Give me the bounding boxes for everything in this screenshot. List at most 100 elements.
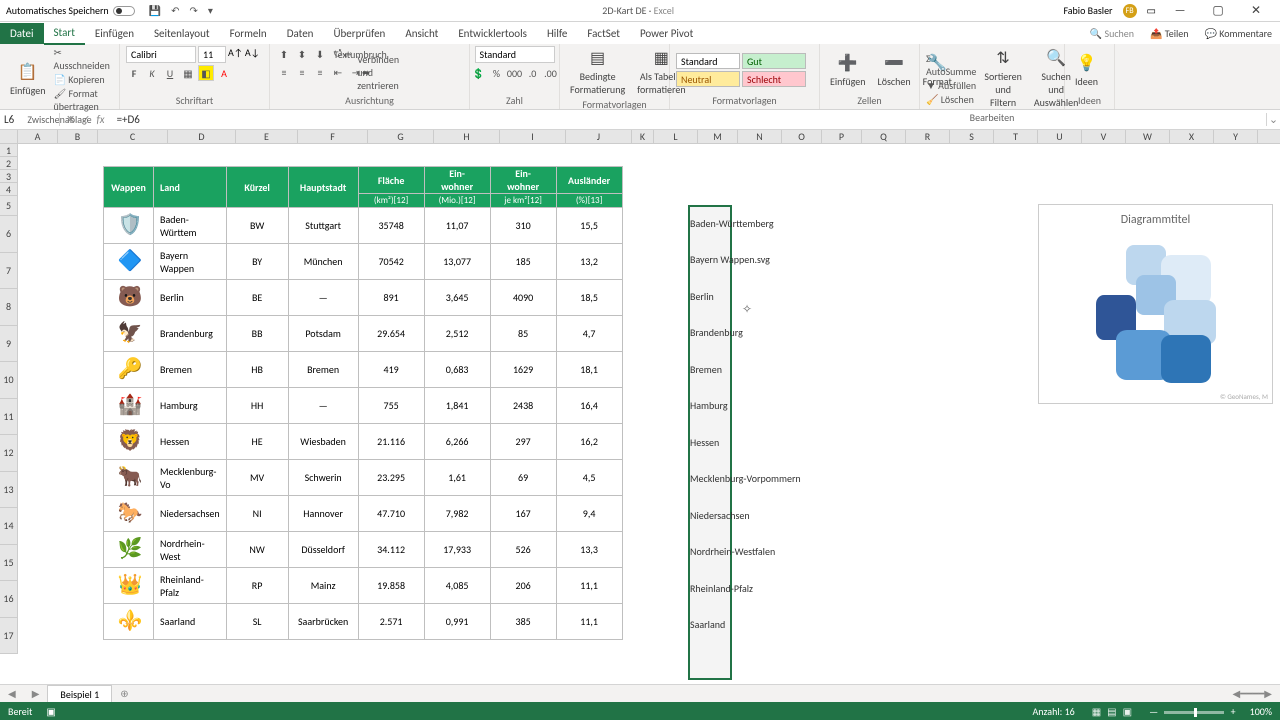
- sort-filter-button[interactable]: ⇅Sortieren und Filtern: [980, 46, 1026, 111]
- font-size-select[interactable]: 11: [198, 46, 226, 63]
- align-bot-icon[interactable]: ⬇: [312, 46, 328, 62]
- tab-formulas[interactable]: Formeln: [220, 23, 277, 44]
- ideas-button[interactable]: 💡Ideen: [1071, 51, 1102, 90]
- redo-icon[interactable]: ↷: [190, 4, 198, 17]
- fill-button[interactable]: ▼ Ausfüllen: [926, 79, 976, 92]
- insert-cells-button[interactable]: ➕Einfügen: [826, 51, 870, 90]
- undo-icon[interactable]: ↶: [171, 4, 179, 17]
- cut-button[interactable]: ✂ Ausschneiden: [54, 46, 113, 72]
- tell-me-search[interactable]: Suchen: [1090, 27, 1142, 40]
- tab-start[interactable]: Start: [44, 22, 85, 45]
- style-gut[interactable]: Gut: [742, 53, 806, 69]
- percent-icon[interactable]: %: [489, 65, 505, 81]
- tab-data[interactable]: Daten: [277, 23, 324, 44]
- align-top-icon[interactable]: ⬆: [276, 46, 292, 62]
- style-schlecht[interactable]: Schlecht: [742, 71, 806, 87]
- tab-insert[interactable]: Einfügen: [85, 23, 144, 44]
- tab-file[interactable]: Datei: [0, 23, 44, 44]
- comma-icon[interactable]: 000: [507, 65, 523, 81]
- font-name-select[interactable]: Calibri: [126, 46, 196, 63]
- indent-dec-icon[interactable]: ⇤: [330, 64, 346, 80]
- user-avatar[interactable]: FB: [1123, 4, 1137, 18]
- increase-font-icon[interactable]: A↑: [228, 46, 243, 63]
- copy-button[interactable]: 📄 Kopieren: [54, 73, 113, 86]
- decrease-font-icon[interactable]: A↓: [245, 46, 260, 63]
- table-row[interactable]: 🦁HessenHEWiesbaden21.1166,26629716,2: [104, 424, 623, 460]
- zoom-slider[interactable]: — +: [1149, 705, 1236, 718]
- worksheet-grid[interactable]: ABCDEFGHIJKLMNOPQRSTUVWXY 12345678910111…: [0, 130, 1280, 680]
- sheet-nav-prev-icon[interactable]: ◀: [0, 687, 24, 700]
- sheet-nav-next-icon[interactable]: ▶: [24, 687, 48, 700]
- expand-formula-icon[interactable]: ⌄: [1266, 113, 1280, 126]
- autosave-toggle[interactable]: Automatisches Speichern: [6, 4, 135, 17]
- autosum-button[interactable]: Σ AutoSumme: [926, 52, 976, 78]
- tab-factset[interactable]: FactSet: [577, 23, 630, 44]
- font-color-button[interactable]: A: [216, 65, 232, 81]
- align-left-icon[interactable]: ≡: [276, 64, 292, 80]
- currency-icon[interactable]: 💲: [471, 65, 487, 81]
- ribbon-mode-icon[interactable]: ▭: [1147, 4, 1156, 17]
- table-row[interactable]: 🔷Bayern WappenBYMünchen7054213,07718513,…: [104, 244, 623, 280]
- macro-record-icon[interactable]: ▣: [46, 705, 55, 718]
- format-painter-button[interactable]: 🖌 Format übertragen: [54, 87, 113, 113]
- fill-color-button[interactable]: ◧: [198, 65, 214, 81]
- merge-center-button[interactable]: ⬌ Verbinden und zentrieren: [366, 64, 382, 80]
- table-row[interactable]: 👑Rheinland-PfalzRPMainz19.8584,08520611,…: [104, 568, 623, 604]
- italic-button[interactable]: K: [144, 65, 160, 81]
- tab-help[interactable]: Hilfe: [537, 23, 577, 44]
- table-row[interactable]: 🐂Mecklenburg-VoMVSchwerin23.2951,61694,5: [104, 460, 623, 496]
- name-box[interactable]: L6: [0, 113, 60, 126]
- inc-dec-icon[interactable]: .0: [525, 65, 541, 81]
- cancel-formula-icon[interactable]: ✕: [66, 113, 75, 126]
- add-sheet-icon[interactable]: ⊕: [112, 687, 136, 700]
- bold-button[interactable]: F: [126, 65, 142, 81]
- select-all-corner[interactable]: [0, 130, 18, 144]
- align-mid-icon[interactable]: ⬍: [294, 46, 310, 62]
- tab-view[interactable]: Ansicht: [395, 23, 448, 44]
- table-row[interactable]: 🐎NiedersachsenNIHannover47.7107,9821679,…: [104, 496, 623, 532]
- align-right-icon[interactable]: ≡: [312, 64, 328, 80]
- comments-button[interactable]: Kommentare: [1197, 27, 1280, 40]
- view-buttons[interactable]: ▦▤▣: [1089, 705, 1135, 718]
- cell-area[interactable]: Wappen Land Kürzel Hauptstadt Fläche Ein…: [18, 144, 1280, 680]
- map-chart[interactable]: Diagrammtitel © GeoNames, M: [1038, 204, 1273, 404]
- underline-button[interactable]: U: [162, 65, 178, 81]
- sheet-tab[interactable]: Beispiel 1: [47, 685, 112, 703]
- row-headers[interactable]: 1234567891011121314151617: [0, 144, 18, 654]
- table-row[interactable]: 🦅BrandenburgBBPotsdam29.6542,512854,7: [104, 316, 623, 352]
- th-einwohner: Ein- wohner: [424, 167, 490, 194]
- paste-button[interactable]: 📋Einfügen: [6, 60, 50, 99]
- hscroll-right-icon[interactable]: ▶: [1264, 687, 1272, 700]
- table-row[interactable]: 🏰HamburgHH—7551,841243816,4: [104, 388, 623, 424]
- conditional-formatting-button[interactable]: ▤Bedingte Formatierung: [566, 46, 629, 98]
- style-neutral[interactable]: Neutral: [676, 71, 740, 87]
- hscroll-left-icon[interactable]: ◀: [1233, 687, 1241, 700]
- user-name[interactable]: Fabio Basler: [1063, 4, 1112, 17]
- number-format-select[interactable]: Standard: [475, 46, 555, 63]
- window-maximize-icon[interactable]: ▢: [1204, 3, 1232, 18]
- column-headers[interactable]: ABCDEFGHIJKLMNOPQRSTUVWXY: [18, 130, 1280, 144]
- window-close-icon[interactable]: ✕: [1242, 3, 1270, 18]
- border-button[interactable]: ▦: [180, 65, 196, 81]
- table-row[interactable]: 🌿Nordrhein-WestNWDüsseldorf34.11217,9335…: [104, 532, 623, 568]
- dec-dec-icon[interactable]: .00: [543, 65, 559, 81]
- share-button[interactable]: Teilen: [1142, 27, 1197, 40]
- window-minimize-icon[interactable]: —: [1166, 4, 1194, 18]
- enter-formula-icon[interactable]: ✓: [81, 113, 90, 126]
- clear-button[interactable]: 🧹 Löschen: [926, 93, 976, 106]
- align-center-icon[interactable]: ≡: [294, 64, 310, 80]
- table-row[interactable]: 🛡️Baden-WürttemBWStuttgart3574811,073101…: [104, 208, 623, 244]
- tab-review[interactable]: Überprüfen: [323, 23, 395, 44]
- tab-powerpivot[interactable]: Power Pivot: [630, 23, 703, 44]
- formula-input[interactable]: =+D6: [111, 113, 1266, 126]
- table-row[interactable]: ⚜️SaarlandSLSaarbrücken2.5710,99138511,1: [104, 604, 623, 640]
- delete-cells-button[interactable]: ➖Löschen: [874, 51, 915, 90]
- tab-pagelayout[interactable]: Seitenlayout: [144, 23, 220, 44]
- save-icon[interactable]: 💾: [149, 4, 161, 17]
- tab-developer[interactable]: Entwicklertools: [448, 23, 537, 44]
- style-standard[interactable]: Standard: [676, 53, 740, 69]
- fx-icon[interactable]: fx: [96, 113, 104, 126]
- zoom-level[interactable]: 100%: [1250, 705, 1272, 718]
- table-row[interactable]: 🐻BerlinBE—8913,645409018,5: [104, 280, 623, 316]
- table-row[interactable]: 🔑BremenHBBremen4190,683162918,1: [104, 352, 623, 388]
